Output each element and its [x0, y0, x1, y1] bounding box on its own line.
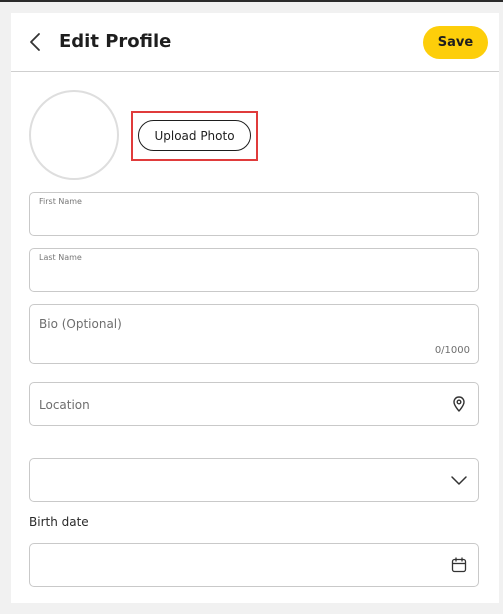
- birth-date-field[interactable]: [29, 543, 479, 587]
- back-button[interactable]: [25, 30, 47, 54]
- chevron-down-icon[interactable]: [450, 471, 468, 489]
- calendar-icon[interactable]: [450, 556, 468, 574]
- edit-profile-panel: Edit Profile Save Upload Photo First Nam…: [11, 13, 499, 603]
- map-pin-icon[interactable]: [450, 395, 468, 413]
- first-name-label: First Name: [39, 197, 82, 206]
- save-button[interactable]: Save: [423, 26, 488, 59]
- last-name-field[interactable]: Last Name: [29, 248, 479, 292]
- avatar[interactable]: [29, 90, 119, 180]
- window-top-border: [0, 0, 503, 2]
- last-name-input[interactable]: [39, 267, 469, 287]
- first-name-input[interactable]: [39, 211, 469, 231]
- bio-input[interactable]: [39, 317, 439, 341]
- page-title: Edit Profile: [59, 31, 172, 52]
- bio-field[interactable]: 0/1000: [29, 304, 479, 364]
- last-name-label: Last Name: [39, 253, 82, 262]
- header: Edit Profile Save: [11, 13, 499, 72]
- upload-photo-button[interactable]: Upload Photo: [138, 120, 251, 151]
- birth-date-label: Birth date: [29, 515, 89, 529]
- first-name-field[interactable]: First Name: [29, 192, 479, 236]
- upload-photo-highlight: Upload Photo: [131, 111, 258, 161]
- location-input[interactable]: [39, 396, 439, 414]
- bio-character-counter: 0/1000: [434, 345, 470, 356]
- chevron-left-icon: [30, 33, 40, 51]
- location-field[interactable]: [29, 382, 479, 426]
- dropdown-select[interactable]: [29, 458, 479, 502]
